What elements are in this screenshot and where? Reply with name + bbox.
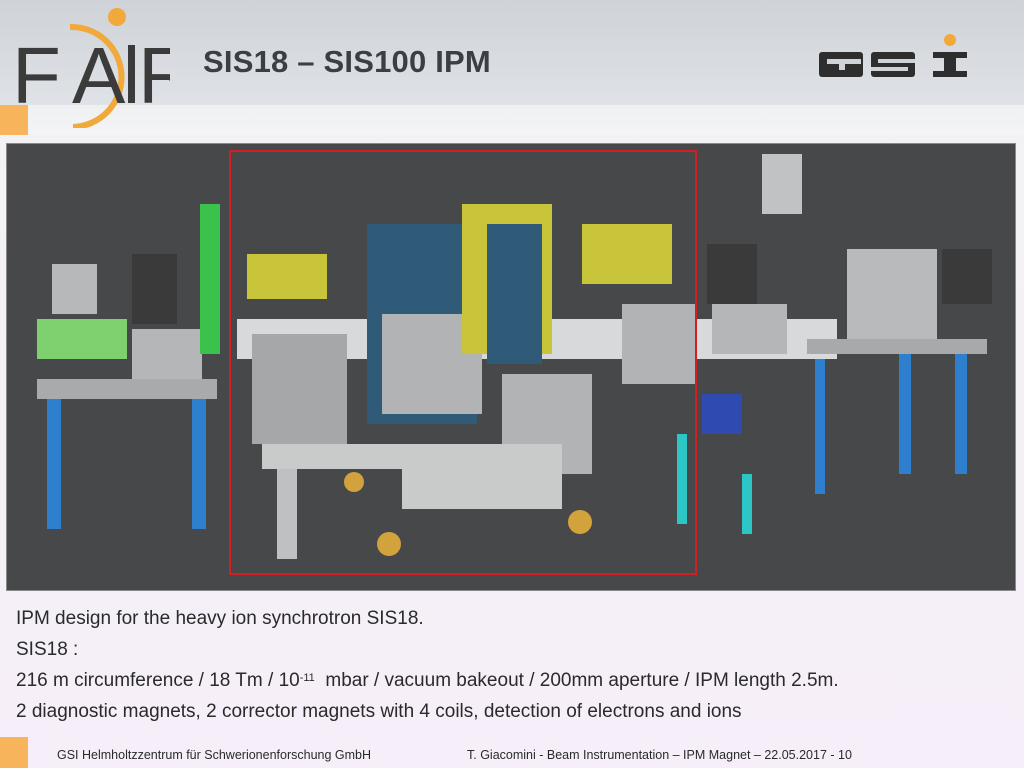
body-line-4: 2 diagnostic magnets, 2 corrector magnet… — [16, 701, 742, 722]
body-line-3: 216 m circumference / 18 Tm / 10-11 mbar… — [16, 665, 1006, 696]
body-line-2: SIS18 : — [16, 639, 79, 660]
highlight-rectangle — [229, 150, 697, 575]
svg-text:A: A — [72, 31, 126, 120]
page-title: SIS18 – SIS100 IPM — [203, 44, 491, 79]
footer-author-info: T. Giacomini - Beam Instrumentation – IP… — [467, 748, 852, 762]
body-line-3-post: mbar / vacuum bakeout / 200mm aperture /… — [314, 670, 839, 691]
body-text: IPM design for the heavy ion synchrotron… — [16, 603, 1006, 727]
exponent: -11 — [299, 672, 315, 684]
svg-text:R: R — [138, 31, 170, 120]
fair-logo: F A R — [10, 3, 196, 130]
footer-organization: GSI Helmholtzzentrum für Schwerionenfors… — [57, 748, 372, 762]
footer-orange-tab — [0, 737, 28, 768]
gsi-logo — [815, 30, 970, 82]
fair-logo-letters: F — [12, 31, 58, 120]
body-line-3-pre: 216 m circumference / 18 Tm / 10 — [16, 670, 300, 691]
body-line-1: IPM design for the heavy ion synchrotron… — [16, 608, 424, 629]
